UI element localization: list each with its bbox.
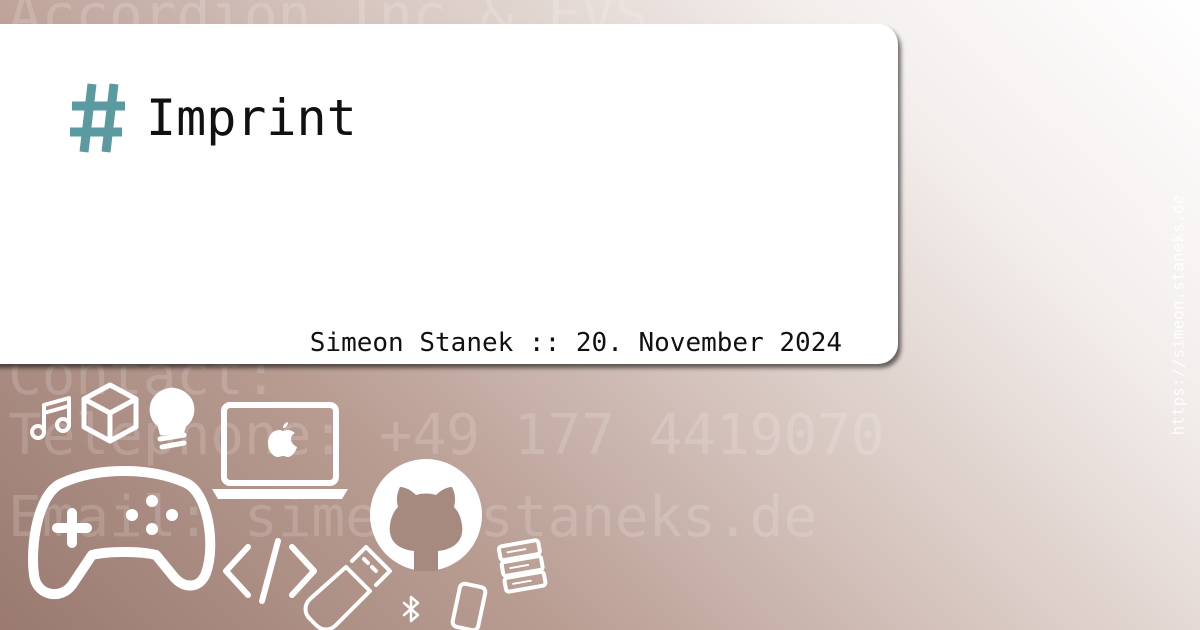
title-card: Imprint Simeon Stanek :: 20. November 20… bbox=[0, 24, 898, 364]
smartphone-icon bbox=[450, 581, 488, 630]
music-note-icon bbox=[30, 396, 71, 440]
page-title: Imprint bbox=[70, 80, 357, 156]
tech-icons-cluster bbox=[28, 382, 548, 630]
hash-icon bbox=[70, 83, 125, 153]
server-icon bbox=[496, 538, 548, 594]
code-icon bbox=[223, 538, 317, 604]
author-date-line: Simeon Stanek :: 20. November 2024 bbox=[309, 328, 842, 358]
page-title-text: Imprint bbox=[146, 89, 357, 147]
usb-stick-icon bbox=[303, 545, 392, 630]
cube-icon bbox=[81, 382, 139, 444]
gamepad-icon bbox=[28, 466, 216, 599]
github-icon bbox=[370, 459, 482, 571]
apple-laptop-icon bbox=[212, 402, 348, 499]
bluetooth-icon bbox=[402, 595, 420, 623]
site-url: https://simeon.staneks.de bbox=[1168, 194, 1188, 436]
lightbulb-icon bbox=[149, 387, 195, 450]
